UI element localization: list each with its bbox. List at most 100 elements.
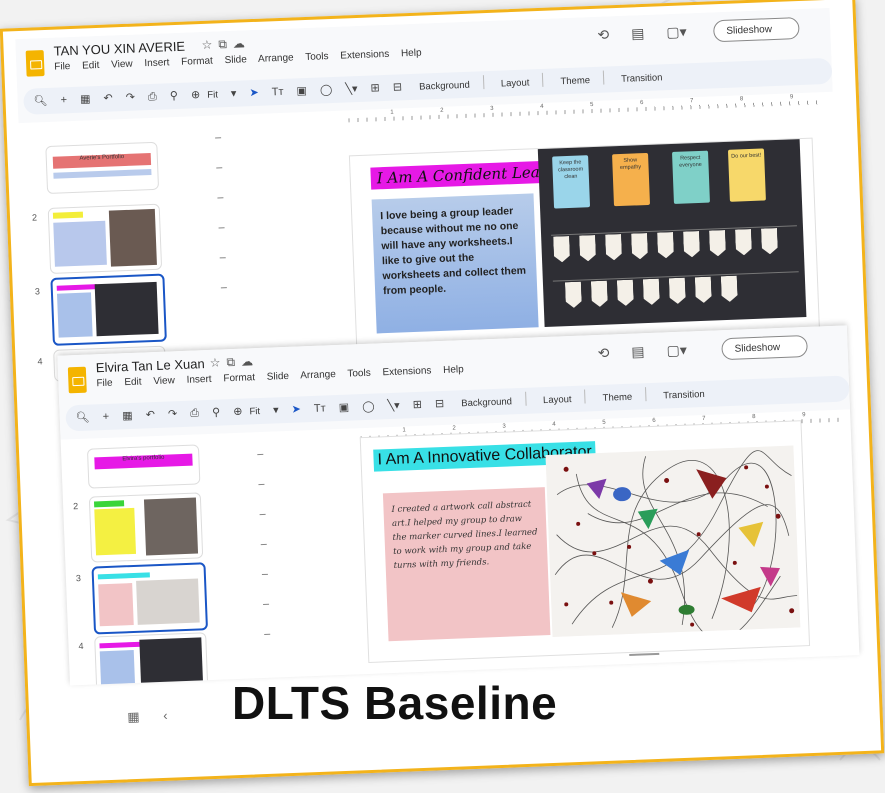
dropdown-icon[interactable]: ▾ bbox=[231, 87, 237, 100]
slide-thumbnail-2[interactable] bbox=[88, 492, 204, 563]
text-box-icon[interactable]: Tт bbox=[272, 86, 284, 98]
search-menus-icon[interactable]: 🔍︎ bbox=[33, 94, 47, 108]
transition-button[interactable]: Transition bbox=[663, 389, 705, 402]
menu-format[interactable]: Format bbox=[223, 372, 255, 384]
abstract-art-photo bbox=[545, 445, 801, 637]
star-move-cloud-icons[interactable]: ☆⧉☁ bbox=[209, 354, 259, 371]
menu-slide[interactable]: Slide bbox=[224, 54, 247, 66]
menu-file[interactable]: File bbox=[54, 61, 71, 73]
zoom-icon[interactable]: ⊕ bbox=[233, 405, 243, 418]
toolbar-divider bbox=[602, 70, 605, 85]
menu-tools[interactable]: Tools bbox=[305, 51, 329, 63]
comment-add-icon[interactable]: ⊞ bbox=[412, 398, 423, 411]
bunting-flag bbox=[605, 234, 622, 261]
layout-grid-icon[interactable]: ▦ bbox=[122, 409, 133, 422]
poster: Show empathy bbox=[612, 152, 651, 207]
history-icon[interactable]: ⟲ bbox=[597, 345, 609, 361]
zoom-icon[interactable]: ⊕ bbox=[191, 88, 201, 101]
menu-tools[interactable]: Tools bbox=[347, 368, 371, 380]
image-icon[interactable]: ▣ bbox=[338, 401, 350, 414]
comment-add-icon[interactable]: ⊞ bbox=[370, 81, 380, 94]
slideshow-button[interactable]: Slideshow bbox=[721, 334, 808, 361]
zoom-fit[interactable]: Fit bbox=[207, 89, 218, 100]
meet-icon[interactable]: ▢▾ bbox=[666, 23, 687, 40]
menu-extensions[interactable]: Extensions bbox=[382, 365, 431, 378]
undo-icon[interactable]: ↶ bbox=[145, 408, 155, 421]
new-slide-icon[interactable]: + bbox=[60, 94, 67, 106]
text-box-icon[interactable]: Tт bbox=[314, 402, 326, 414]
image-icon[interactable]: ▣ bbox=[296, 84, 307, 97]
zoom-fit[interactable]: Fit bbox=[249, 406, 260, 417]
toolbar-divider bbox=[482, 75, 485, 90]
ruler-number: 9 bbox=[802, 412, 806, 419]
poster: Do our best! bbox=[727, 148, 766, 202]
dropdown-icon[interactable]: ▾ bbox=[273, 403, 279, 416]
history-icon[interactable]: ⟲ bbox=[597, 26, 609, 42]
menu-view[interactable]: View bbox=[111, 59, 133, 71]
slide-canvas[interactable]: I Am A Innovative Collaborator I created… bbox=[360, 421, 810, 662]
select-cursor-icon[interactable]: ➤ bbox=[291, 402, 301, 415]
print-icon[interactable]: ⎙ bbox=[190, 407, 199, 420]
ruler-number: 8 bbox=[752, 413, 756, 421]
slide-thumbnail-3-selected[interactable] bbox=[91, 562, 209, 635]
shape-icon[interactable]: ◯ bbox=[320, 83, 333, 96]
menu-slide[interactable]: Slide bbox=[267, 371, 290, 383]
document-title[interactable]: Elvira Tan Le Xuan bbox=[96, 356, 205, 375]
slide-thumbnail-2[interactable] bbox=[47, 203, 163, 274]
layout-button[interactable]: Layout bbox=[501, 77, 530, 89]
textbox-add-icon[interactable]: ⊟ bbox=[393, 80, 403, 93]
menu-insert[interactable]: Insert bbox=[186, 374, 211, 386]
bunting-flag bbox=[735, 229, 752, 256]
slide-thumbnail-1[interactable]: Elvira's portfolio bbox=[86, 444, 201, 489]
menu-arrange[interactable]: Arrange bbox=[258, 52, 294, 64]
undo-icon[interactable]: ↶ bbox=[103, 91, 113, 104]
menu-arrange[interactable]: Arrange bbox=[300, 369, 336, 381]
menu-help[interactable]: Help bbox=[401, 48, 422, 60]
ruler-number: 7 bbox=[689, 98, 694, 105]
search-menus-icon[interactable]: 🔍︎ bbox=[76, 411, 90, 425]
new-slide-icon[interactable]: + bbox=[103, 411, 110, 423]
ruler-number: 3 bbox=[490, 105, 494, 112]
theme-button[interactable]: Theme bbox=[560, 75, 590, 87]
collapse-panel-icon[interactable]: ‹ bbox=[163, 708, 168, 723]
paint-format-icon[interactable]: ⚲ bbox=[170, 89, 179, 102]
menu-file[interactable]: File bbox=[96, 378, 113, 390]
comments-icon[interactable]: ▤ bbox=[631, 343, 645, 359]
line-icon[interactable]: ╲▾ bbox=[345, 82, 358, 95]
menu-extensions[interactable]: Extensions bbox=[340, 49, 389, 62]
scroll-handle[interactable] bbox=[629, 652, 660, 657]
slide-thumbnail-1[interactable]: Averie's Portfolio bbox=[45, 141, 160, 195]
select-cursor-icon[interactable]: ➤ bbox=[249, 86, 259, 99]
background-button[interactable]: Background bbox=[419, 80, 470, 93]
slide-text-box: I created a artwork call abstract art.I … bbox=[382, 487, 551, 642]
bunting-flag bbox=[669, 278, 686, 305]
theme-button[interactable]: Theme bbox=[602, 392, 632, 404]
paint-format-icon[interactable]: ⚲ bbox=[212, 406, 221, 419]
shape-icon[interactable]: ◯ bbox=[362, 400, 375, 413]
thumbnail-title: Elvira's portfolio bbox=[94, 453, 193, 470]
menu-insert[interactable]: Insert bbox=[144, 57, 169, 69]
menu-format[interactable]: Format bbox=[181, 56, 213, 68]
background-button[interactable]: Background bbox=[461, 396, 512, 409]
menu-view[interactable]: View bbox=[153, 375, 175, 387]
star-move-cloud-icons[interactable]: ☆⧉☁ bbox=[201, 36, 251, 53]
slide-thumbnail-3-selected[interactable] bbox=[50, 273, 167, 346]
menu-help[interactable]: Help bbox=[443, 364, 464, 376]
bunting-flag bbox=[657, 232, 674, 259]
layout-grid-icon[interactable]: ▦ bbox=[80, 92, 91, 105]
grid-view-icon[interactable]: ▦ bbox=[127, 709, 140, 725]
menu-edit[interactable]: Edit bbox=[82, 60, 100, 72]
redo-icon[interactable]: ↷ bbox=[168, 407, 178, 420]
meet-icon[interactable]: ▢▾ bbox=[666, 342, 687, 359]
transition-button[interactable]: Transition bbox=[621, 72, 663, 85]
menu-edit[interactable]: Edit bbox=[124, 377, 142, 389]
comments-icon[interactable]: ▤ bbox=[631, 25, 645, 41]
line-icon[interactable]: ╲▾ bbox=[387, 399, 400, 412]
textbox-add-icon[interactable]: ⊟ bbox=[435, 397, 445, 410]
slide-thumbnail-4[interactable] bbox=[94, 632, 209, 686]
redo-icon[interactable]: ↷ bbox=[126, 91, 136, 104]
document-title[interactable]: TAN YOU XIN AVERIE bbox=[53, 39, 185, 59]
layout-button[interactable]: Layout bbox=[543, 394, 572, 406]
print-icon[interactable]: ⎙ bbox=[148, 91, 157, 104]
slideshow-button[interactable]: Slideshow bbox=[712, 17, 800, 43]
